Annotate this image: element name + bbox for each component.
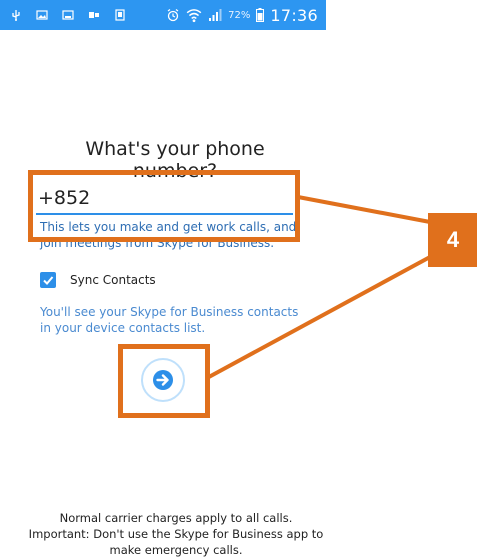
footer-line: Important: Don't use the Skype for Busin… — [28, 527, 324, 541]
status-bar: 72% 17:36 — [0, 0, 326, 30]
sync-contacts-label: Sync Contacts — [70, 273, 156, 287]
usb-icon — [12, 10, 20, 21]
screen-root: 72% 17:36 What's your phone number? This… — [0, 0, 477, 558]
annotation-badge: 4 — [428, 213, 477, 267]
status-time: 17:36 — [270, 5, 318, 25]
sync-contacts-row[interactable]: Sync Contacts — [40, 272, 156, 288]
image-icon — [36, 10, 48, 20]
battery-icon — [256, 8, 265, 22]
footer-line: Normal carrier charges apply to all call… — [59, 511, 293, 525]
device-icon — [115, 9, 125, 21]
notification-icon — [89, 12, 99, 18]
status-left-icons — [10, 0, 126, 30]
status-right-icons: 72% 17:36 — [166, 0, 318, 30]
sync-contacts-checkbox[interactable] — [40, 272, 56, 288]
signal-icon — [209, 9, 222, 21]
footer-disclaimer: Normal carrier charges apply to all call… — [0, 510, 352, 558]
annotation-box-next — [118, 344, 210, 418]
screen-icon — [62, 10, 74, 20]
checkmark-icon — [43, 276, 54, 285]
annotation-box-input — [28, 170, 300, 242]
wifi-icon — [186, 9, 202, 23]
battery-percent: 72% — [228, 9, 251, 21]
annotation-line-input — [297, 195, 431, 224]
sync-contacts-description: You'll see your Skype for Business conta… — [40, 305, 299, 335]
alarm-icon — [167, 9, 179, 22]
footer-line: make emergency calls. — [109, 543, 243, 557]
